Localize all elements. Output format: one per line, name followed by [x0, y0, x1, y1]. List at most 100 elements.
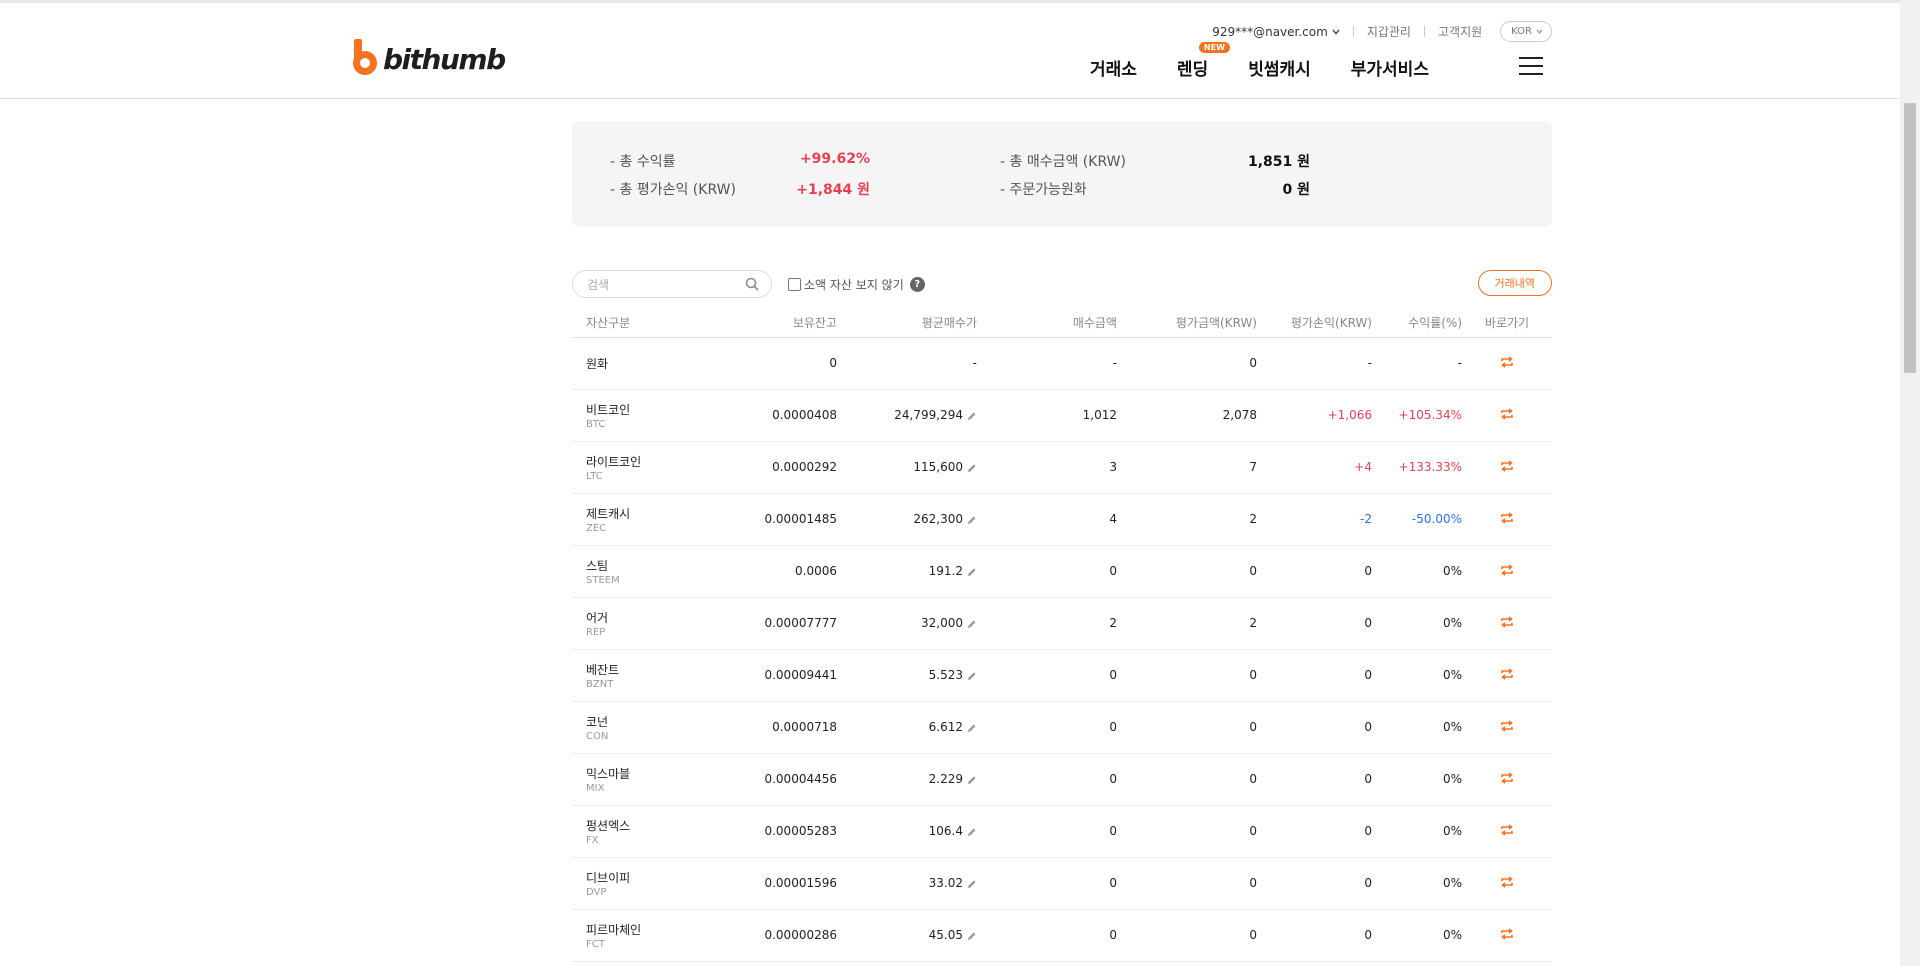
- divider: [1352, 26, 1354, 37]
- balance-cell: 0.0000718: [722, 701, 837, 754]
- nav-exchange[interactable]: 거래소: [1090, 55, 1137, 80]
- hamburger-menu-icon[interactable]: [1519, 57, 1543, 75]
- hide-small-assets-checkbox[interactable]: [788, 278, 801, 291]
- search-icon[interactable]: [745, 277, 759, 291]
- avg-price-value: 45.05: [928, 928, 963, 942]
- nav-additional-services[interactable]: 부가서비스: [1351, 55, 1429, 80]
- trade-shortcut-icon[interactable]: [1500, 927, 1514, 940]
- shortcut-cell: [1462, 753, 1552, 806]
- trade-shortcut-icon[interactable]: [1500, 563, 1514, 576]
- site-header: bithumb 929***@naver.com 지갑관리 고객지원 KOR 거…: [0, 3, 1900, 99]
- trade-shortcut-icon[interactable]: [1500, 355, 1514, 368]
- table-row: 펑션엑스 FX 0.00005283 106.4 0 0 0 0%: [572, 805, 1552, 858]
- language-selector[interactable]: KOR: [1500, 21, 1552, 42]
- buy-amount-cell: 1,012: [977, 389, 1117, 442]
- avg-price-cell: 32,000: [837, 597, 977, 650]
- scrollbar-thumb[interactable]: [1904, 103, 1916, 373]
- edit-pencil-icon[interactable]: [967, 879, 977, 889]
- return-rate-cell: -: [1372, 337, 1462, 390]
- pnl-cell: 0: [1257, 545, 1372, 598]
- col-shortcut: 바로가기: [1462, 309, 1552, 338]
- buy-amount-cell: -: [977, 337, 1117, 390]
- trade-shortcut-icon[interactable]: [1500, 875, 1514, 888]
- bithumb-logo-text: bithumb: [383, 42, 506, 76]
- buy-amount-cell: 0: [977, 545, 1117, 598]
- edit-pencil-icon[interactable]: [967, 723, 977, 733]
- trade-shortcut-icon[interactable]: [1500, 407, 1514, 420]
- asset-name: 피르마체인: [586, 922, 642, 937]
- asset-cell: 제트캐시 ZEC: [572, 493, 722, 546]
- trade-shortcut-icon[interactable]: [1500, 719, 1514, 732]
- trade-shortcut-icon[interactable]: [1500, 667, 1514, 680]
- pnl-cell: -2: [1257, 493, 1372, 546]
- avg-price-value: 5.523: [928, 668, 963, 682]
- edit-pencil-icon[interactable]: [967, 619, 977, 629]
- asset-symbol: STEEM: [586, 574, 620, 586]
- asset-symbol: BTC: [586, 418, 606, 430]
- asset-name: 믹스마블: [586, 766, 631, 781]
- nav-lending[interactable]: 렌딩 NEW: [1177, 42, 1230, 80]
- balance-cell: 0.0000292: [722, 441, 837, 494]
- asset-symbol: DVP: [586, 886, 607, 898]
- shortcut-cell: [1462, 493, 1552, 546]
- eval-amount-cell: 0: [1117, 649, 1257, 702]
- avg-price-cell: 24,799,294: [837, 389, 977, 442]
- bithumb-logo[interactable]: bithumb: [350, 39, 506, 79]
- balance-cell: 0.0006: [722, 545, 837, 598]
- pnl-cell: 0: [1257, 909, 1372, 962]
- table-row: 코넌 CON 0.0000718 6.612 0 0 0 0%: [572, 701, 1552, 754]
- buy-amount-cell: 0: [977, 649, 1117, 702]
- edit-pencil-icon[interactable]: [967, 827, 977, 837]
- pnl-cell: 0: [1257, 805, 1372, 858]
- eval-amount-cell: 0: [1117, 857, 1257, 910]
- edit-pencil-icon[interactable]: [967, 411, 977, 421]
- table-row: 라이트코인 LTC 0.0000292 115,600 3 7 +4 +133.33%: [572, 441, 1552, 494]
- shortcut-cell: [1462, 337, 1552, 390]
- asset-cell: 피르마체인 FCT: [572, 909, 722, 962]
- return-rate-cell: 0%: [1372, 805, 1462, 858]
- customer-support-link[interactable]: 고객지원: [1438, 23, 1482, 40]
- shortcut-cell: [1462, 857, 1552, 910]
- page-scrollbar[interactable]: [1900, 0, 1920, 966]
- edit-pencil-icon[interactable]: [967, 567, 977, 577]
- buy-amount-cell: 0: [977, 701, 1117, 754]
- avg-price-cell: 262,300: [837, 493, 977, 546]
- col-return-rate: 수익률(%): [1372, 309, 1462, 338]
- hide-small-assets-toggle[interactable]: 소액 자산 보지 않기 ?: [788, 276, 925, 293]
- avg-price-cell: 106.4: [837, 805, 977, 858]
- asset-search-input[interactable]: 검색: [572, 270, 772, 298]
- col-balance: 보유잔고: [722, 309, 837, 338]
- balance-cell: 0.00004456: [722, 753, 837, 806]
- wallet-management-link[interactable]: 지갑관리: [1367, 23, 1411, 40]
- eval-amount-cell: 0: [1117, 701, 1257, 754]
- return-rate-cell: 0%: [1372, 909, 1462, 962]
- edit-pencil-icon[interactable]: [967, 775, 977, 785]
- col-avg-price: 평균매수가: [837, 309, 977, 338]
- trade-shortcut-icon[interactable]: [1500, 615, 1514, 628]
- trade-shortcut-icon[interactable]: [1500, 459, 1514, 472]
- search-placeholder: 검색: [587, 277, 610, 292]
- eval-amount-cell: 2,078: [1117, 389, 1257, 442]
- eval-amount-cell: 2: [1117, 493, 1257, 546]
- nav-bithumb-cash[interactable]: 빗썸캐시: [1248, 55, 1311, 80]
- help-icon[interactable]: ?: [909, 277, 925, 292]
- col-buy-amount: 매수금액: [977, 309, 1117, 338]
- eval-amount-cell: 0: [1117, 545, 1257, 598]
- user-account-menu[interactable]: 929***@naver.com: [1212, 25, 1340, 39]
- eval-amount-cell: 7: [1117, 441, 1257, 494]
- trade-shortcut-icon[interactable]: [1500, 511, 1514, 524]
- avg-price-value: 24,799,294: [894, 408, 963, 422]
- edit-pencil-icon[interactable]: [967, 515, 977, 525]
- trade-shortcut-icon[interactable]: [1500, 771, 1514, 784]
- edit-pencil-icon[interactable]: [967, 463, 977, 473]
- table-row: 베잔트 BZNT 0.00009441 5.523 0 0 0 0%: [572, 649, 1552, 702]
- return-rate-cell: 0%: [1372, 857, 1462, 910]
- edit-pencil-icon[interactable]: [967, 931, 977, 941]
- eval-amount-cell: 2: [1117, 597, 1257, 650]
- edit-pencil-icon[interactable]: [967, 671, 977, 681]
- trade-shortcut-icon[interactable]: [1500, 823, 1514, 836]
- transaction-history-button[interactable]: 거래내역: [1477, 270, 1552, 296]
- asset-cell: 코넌 CON: [572, 701, 722, 754]
- total-buy-value: 1,851 원: [1247, 154, 1310, 170]
- col-eval-amount: 평가금액(KRW): [1117, 309, 1257, 338]
